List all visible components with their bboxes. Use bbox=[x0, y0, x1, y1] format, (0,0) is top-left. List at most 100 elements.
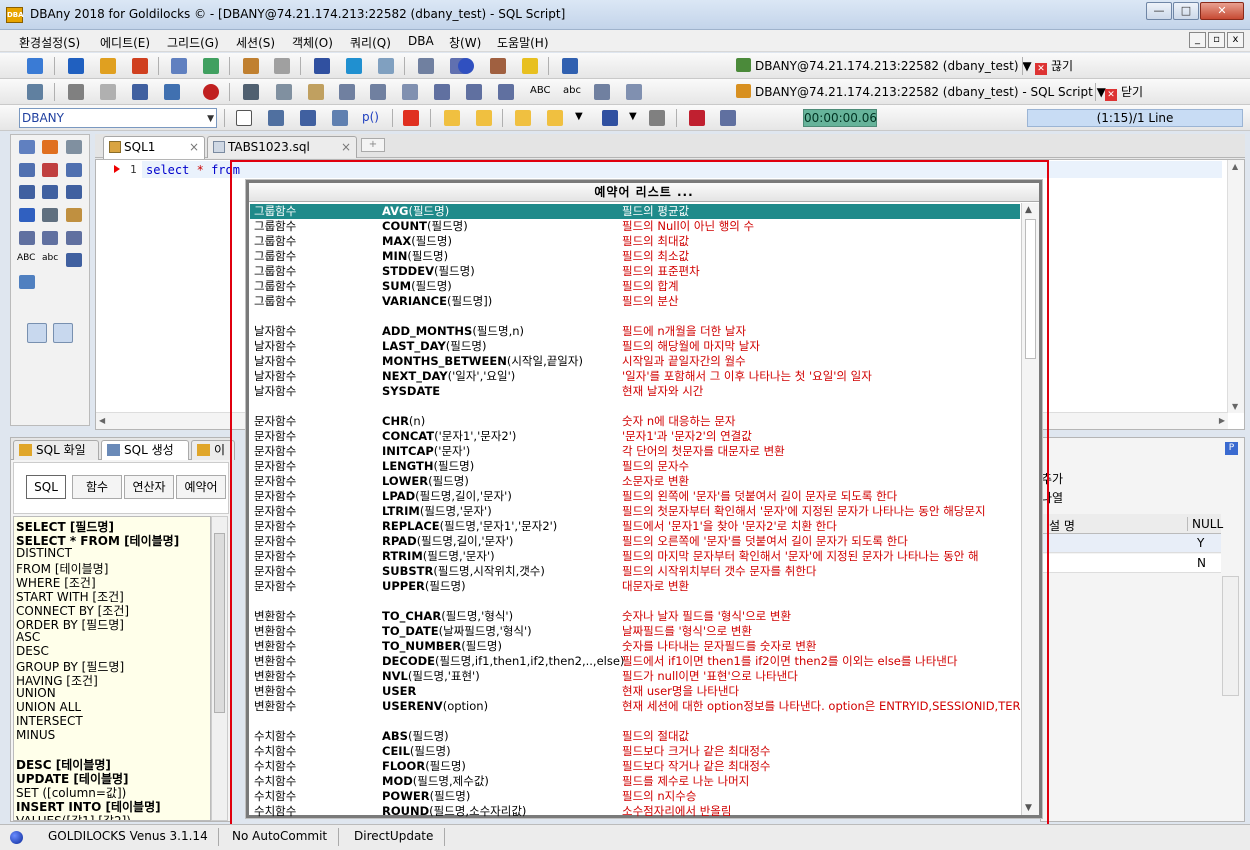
list-item[interactable]: VALUES([값1],[값2]) bbox=[16, 812, 131, 820]
table-row[interactable]: 그룹함수 MAX(필드명) 필드의 최대값 bbox=[250, 234, 1020, 249]
outdent-icon[interactable] bbox=[66, 185, 82, 199]
tool-icon[interactable] bbox=[19, 163, 35, 177]
table-row[interactable]: 문자함수 RPAD(필드명,길이,'문자') 필드의 오른쪽에 '문자'를 덧붙여서… bbox=[250, 534, 1020, 549]
table-row[interactable]: 변환함수 TO_CHAR(필드명,'형식') 숫자나 날자 필드를 '형식'으로 변… bbox=[250, 609, 1020, 624]
popup-scrollbar[interactable]: ▲ ▼ bbox=[1021, 203, 1039, 815]
uppercase-button[interactable]: ABC bbox=[17, 253, 35, 263]
tab-tabs1023-sql[interactable]: TABS1023.sql × bbox=[207, 136, 357, 158]
list-item[interactable]: DESC bbox=[16, 644, 49, 658]
window-icon[interactable] bbox=[626, 84, 642, 100]
connection-selector[interactable]: DBANY@74.21.174.213:22582 (dbany_test) ▼ bbox=[736, 56, 1032, 76]
table-row[interactable]: 그룹함수 COUNT(필드명) 필드의 Null이 아닌 행의 수 bbox=[250, 219, 1020, 234]
scroll-left-icon[interactable]: ◀ bbox=[99, 416, 105, 425]
cut-icon[interactable] bbox=[243, 84, 259, 100]
function-button[interactable]: 함수 bbox=[72, 475, 122, 499]
tool-icon[interactable] bbox=[42, 208, 58, 222]
table-row[interactable]: 변환함수 NVL(필드명,'표현') 필드가 null이면 '표현'으로 나타낸다 bbox=[250, 669, 1020, 684]
open-icon[interactable] bbox=[515, 110, 531, 126]
table-row[interactable]: 문자함수 UPPER(필드명) 대문자로 변환 bbox=[250, 579, 1020, 594]
outdent-icon[interactable] bbox=[466, 84, 482, 100]
close-icon[interactable]: × bbox=[189, 137, 199, 157]
table-row[interactable]: 수치함수 FLOOR(필드명) 필드보다 작거나 같은 최대정수 bbox=[250, 759, 1020, 774]
view-icon[interactable] bbox=[332, 110, 348, 126]
settings-icon[interactable] bbox=[274, 58, 290, 74]
open-folder-icon[interactable] bbox=[547, 110, 563, 126]
box-icon[interactable] bbox=[490, 58, 506, 74]
table-row[interactable]: 문자함수 CONCAT('문자1','문자2') '문자1'과 '문자2'의 연결값 bbox=[250, 429, 1020, 444]
menu-session[interactable]: 세션(S) bbox=[236, 34, 275, 51]
tree-icon[interactable] bbox=[27, 84, 43, 100]
format-icon[interactable] bbox=[370, 84, 386, 100]
report-icon[interactable] bbox=[378, 58, 394, 74]
monitor-icon[interactable] bbox=[346, 58, 362, 74]
indent-icon[interactable] bbox=[19, 185, 35, 199]
table-row[interactable]: 날자함수 MONTHS_BETWEEN(시작일,끝일자) 시작일과 끝일자간의 월수 bbox=[250, 354, 1020, 369]
table-row[interactable]: 그룹함수 SUM(필드명) 필드의 합계 bbox=[250, 279, 1020, 294]
table-row[interactable]: 그룹함수 STDDEV(필드명) 필드의 표준편차 bbox=[250, 264, 1020, 279]
maximize-button[interactable]: □ bbox=[1173, 2, 1199, 20]
scroll-down-icon[interactable]: ▼ bbox=[1232, 402, 1238, 411]
font-style-icon[interactable] bbox=[164, 84, 180, 100]
table-row[interactable]: 날자함수 ADD_MONTHS(필드명,n) 필드에 n개월을 더한 날자 bbox=[250, 324, 1020, 339]
tool-icon[interactable] bbox=[19, 140, 35, 154]
replace-icon[interactable] bbox=[402, 84, 418, 100]
scrollbar-thumb[interactable] bbox=[214, 533, 225, 713]
font-icon[interactable] bbox=[66, 253, 82, 267]
tool-icon[interactable] bbox=[66, 231, 82, 245]
close-icon[interactable]: × bbox=[341, 137, 351, 157]
tab-sql1[interactable]: SQL1 × bbox=[103, 136, 205, 159]
menu-dba[interactable]: DBA bbox=[408, 34, 434, 48]
autocommit-status[interactable]: No AutoCommit bbox=[232, 829, 327, 843]
close-window-button[interactable]: ✕ bbox=[1200, 2, 1244, 20]
list-item[interactable]: MINUS bbox=[16, 728, 55, 742]
table-row[interactable]: 변환함수 DECODE(필드명,if1,then1,if2,then2,..,el… bbox=[250, 654, 1020, 669]
align-icon[interactable] bbox=[339, 84, 355, 100]
comment-icon[interactable] bbox=[498, 84, 514, 100]
grid-icon[interactable] bbox=[19, 231, 35, 245]
table-row[interactable]: N bbox=[1041, 554, 1221, 573]
help-icon[interactable] bbox=[458, 58, 474, 74]
table-row[interactable]: 변환함수 TO_DATE(날짜필드명,'형식') 날짜필드를 '형식'으로 변환 bbox=[250, 624, 1020, 639]
table-row[interactable]: 문자함수 RTRIM(필드명,'문자') 필드의 마지막 문자부터 확인해서 '문자… bbox=[250, 549, 1020, 564]
print-icon[interactable] bbox=[68, 84, 84, 100]
list-item[interactable]: ASC bbox=[16, 630, 40, 644]
add-icon[interactable] bbox=[403, 110, 419, 126]
table-row[interactable]: 날자함수 NEXT_DAY('일자','요일') '일자'를 포함해서 그 이후 나… bbox=[250, 369, 1020, 384]
table-row[interactable]: 문자함수 CHR(n) 숫자 n에 대응하는 문자 bbox=[250, 414, 1020, 429]
scrollbar-thumb[interactable] bbox=[1025, 219, 1036, 359]
connect-icon[interactable] bbox=[27, 58, 43, 74]
table-row[interactable] bbox=[250, 714, 1020, 729]
pin-icon[interactable]: P bbox=[1225, 442, 1238, 455]
table-row[interactable] bbox=[250, 399, 1020, 414]
tool-icon[interactable] bbox=[66, 208, 82, 222]
table-row[interactable]: 문자함수 LTRIM(필드명,'문자') 필드의 첫문자부터 확인해서 '문자'에 … bbox=[250, 504, 1020, 519]
tab-sql-file[interactable]: SQL 화일 bbox=[13, 440, 99, 460]
table-row[interactable]: 문자함수 INITCAP('문자') 각 단어의 첫문자를 대문자로 변환 bbox=[250, 444, 1020, 459]
lowercase-button[interactable]: abc bbox=[42, 253, 58, 263]
table-row[interactable]: 그룹함수 VARIANCE(필드명]) 필드의 분산 bbox=[250, 294, 1020, 309]
checkbox-icon[interactable] bbox=[236, 110, 252, 126]
new-tab-button[interactable]: + bbox=[361, 138, 385, 152]
table-row[interactable]: 그룹함수 AVG(필드명) 필드의 평균값 bbox=[250, 204, 1020, 219]
table-row[interactable]: 변환함수 USER 현재 user명을 나타낸다 bbox=[250, 684, 1020, 699]
list-item[interactable]: INTERSECT bbox=[16, 714, 83, 728]
tool-icon[interactable] bbox=[42, 140, 58, 154]
procedure-button[interactable]: p() bbox=[362, 110, 379, 124]
sql-button[interactable]: SQL bbox=[26, 475, 66, 499]
table-row[interactable]: 문자함수 SUBSTR(필드명,시작위치,갯수) 필드의 시작위치부터 갯수 문자를… bbox=[250, 564, 1020, 579]
undo-icon[interactable] bbox=[27, 323, 47, 343]
tool-icon[interactable] bbox=[19, 208, 35, 222]
reserved-word-button[interactable]: 예약어 bbox=[176, 475, 226, 499]
scroll-up-icon[interactable]: ▲ bbox=[1232, 162, 1238, 171]
table-row[interactable]: 그룹함수 MIN(필드명) 필드의 최소값 bbox=[250, 249, 1020, 264]
grid-scrollbar[interactable] bbox=[1222, 576, 1239, 696]
indent-icon[interactable] bbox=[434, 84, 450, 100]
menu-query[interactable]: 쿼리(Q) bbox=[350, 34, 391, 51]
folder-icon[interactable] bbox=[476, 110, 492, 126]
minimize-button[interactable]: — bbox=[1146, 2, 1172, 20]
indent-icon[interactable] bbox=[42, 185, 58, 199]
lowercase-button[interactable]: abc bbox=[563, 85, 581, 96]
schema-select[interactable]: DBANY ▼ bbox=[19, 108, 217, 128]
arrow-right-icon[interactable] bbox=[68, 58, 84, 74]
chevron-down-icon[interactable]: ▼ bbox=[629, 111, 637, 122]
